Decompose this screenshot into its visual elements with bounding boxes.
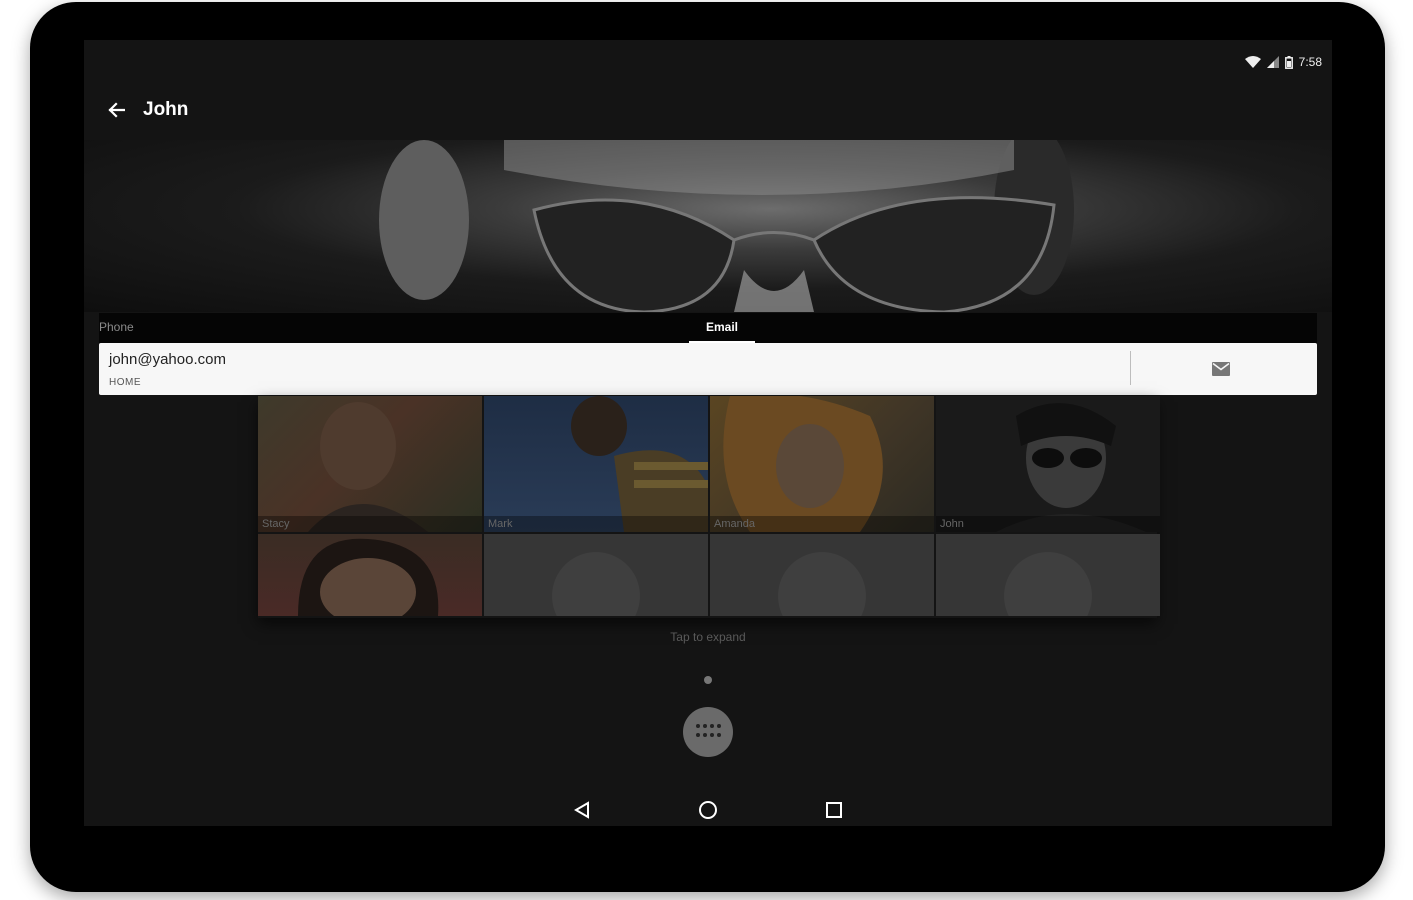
default-avatar: [1004, 552, 1092, 616]
sunglasses-portrait-image: [379, 140, 1074, 312]
contact-name: Stacy: [258, 516, 482, 532]
contact-tile[interactable]: [710, 534, 934, 616]
nav-home-button[interactable]: [695, 797, 721, 823]
contact-tile[interactable]: Stacy: [258, 396, 482, 532]
action-bar: John: [84, 90, 1332, 130]
contact-tile[interactable]: Amanda: [710, 396, 934, 532]
back-button[interactable]: [92, 90, 140, 130]
contact-photo-thumbnail: [298, 538, 439, 616]
contact-photo-thumbnail: [571, 396, 708, 532]
email-row[interactable]: john@yahoo.com HOME: [99, 343, 1317, 395]
email-icon: [1212, 362, 1230, 376]
contact-tile[interactable]: Mark: [484, 396, 708, 532]
contact-tile[interactable]: [258, 534, 482, 616]
contact-name: Mark: [484, 516, 708, 532]
contact-tile[interactable]: [936, 534, 1160, 616]
contact-photo-thumbnail: [308, 402, 428, 532]
tab-phone[interactable]: Phone: [99, 313, 134, 343]
divider: [1130, 351, 1131, 385]
signal-icon: [1266, 56, 1279, 68]
contacts-grid: Stacy Mark Amanda John: [258, 396, 1160, 618]
page-indicator: [704, 676, 712, 684]
apps-icon: [696, 724, 721, 737]
arrow-back-icon: [108, 102, 125, 118]
contact-title: John: [143, 99, 189, 120]
tab-email[interactable]: Email: [689, 313, 755, 343]
tab-strip: Phone Email: [99, 313, 1317, 343]
email-address: john@yahoo.com: [109, 351, 226, 368]
app-drawer-button[interactable]: [683, 707, 733, 757]
contact-photo-thumbnail: [723, 396, 883, 532]
wifi-icon: [1244, 56, 1261, 68]
contact-photo: [84, 140, 1332, 312]
default-avatar: [552, 552, 640, 616]
screen: 7:58 John Phone Email john@yahoo.com HOM…: [84, 40, 1332, 826]
contact-tile[interactable]: John: [936, 396, 1160, 532]
nav-back-button[interactable]: [569, 797, 595, 823]
contact-photo-thumbnail: [996, 403, 1146, 532]
clock: 7:58: [1298, 55, 1322, 69]
status-bar: 7:58: [1244, 54, 1322, 70]
default-avatar: [778, 552, 866, 616]
contact-name: John: [936, 516, 1160, 532]
nav-back-icon: [574, 801, 589, 819]
nav-recents-button[interactable]: [821, 797, 847, 823]
navigation-bar: [84, 788, 1332, 832]
email-type: HOME: [109, 377, 141, 388]
nav-home-icon: [699, 801, 717, 819]
expand-hint: Tap to expand: [670, 630, 746, 644]
contact-name: Amanda: [710, 516, 934, 532]
send-email-button[interactable]: [1199, 357, 1243, 381]
battery-icon: [1284, 55, 1293, 69]
nav-recents-icon: [826, 802, 842, 818]
contact-tile[interactable]: [484, 534, 708, 616]
